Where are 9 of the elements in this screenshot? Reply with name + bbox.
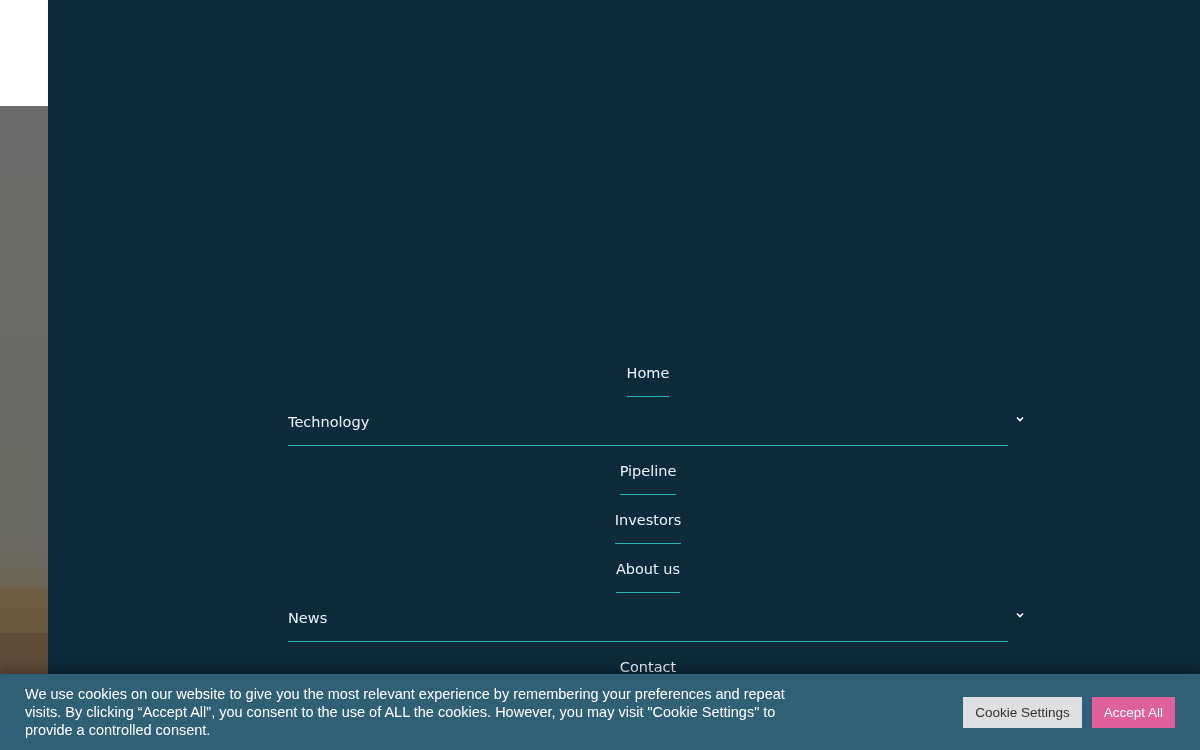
menu-link[interactable]: Home [626,348,670,397]
chevron-down-icon[interactable] [1015,414,1025,424]
menu-link[interactable]: Technology [288,397,1008,446]
menu-link[interactable]: News [288,593,1008,642]
menu-link[interactable]: Pipeline [619,446,677,495]
settings-button[interactable]: Cookie Settings [963,696,1082,728]
menu-link[interactable]: Investors [614,495,682,544]
chevron-down-icon[interactable] [1015,610,1025,620]
menu-link[interactable]: About us [615,544,681,593]
